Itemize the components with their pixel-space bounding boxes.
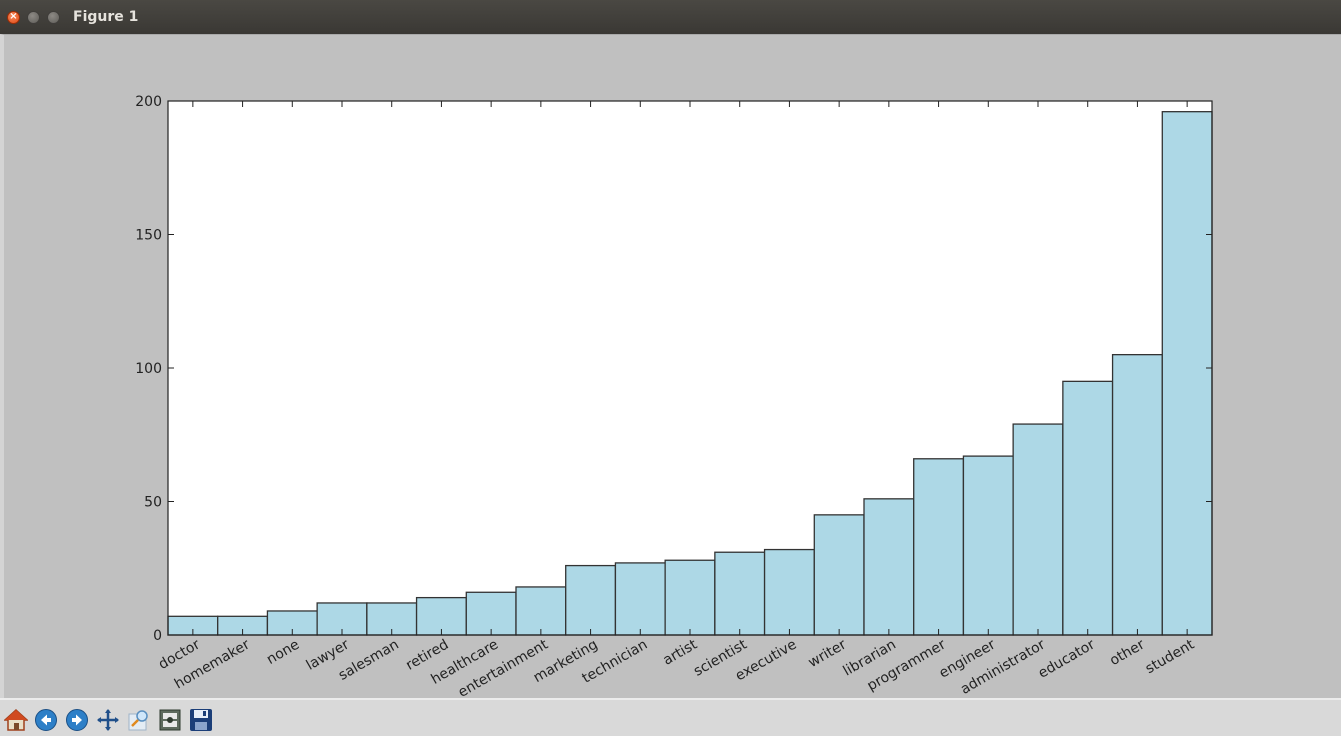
forward-icon <box>66 709 88 731</box>
y-tick-label: 200 <box>135 94 162 110</box>
save-button[interactable] <box>189 708 213 732</box>
bar-educator <box>1062 380 1114 636</box>
x-tick-label: administrator <box>958 636 1048 697</box>
minimize-window-button[interactable] <box>27 11 40 24</box>
bar-student <box>1161 111 1213 636</box>
zoom-button[interactable] <box>127 708 151 732</box>
bar-technician <box>614 562 666 636</box>
save-icon <box>190 709 212 731</box>
back-icon <box>35 709 57 731</box>
bar-writer <box>813 514 865 636</box>
y-tick-label: 0 <box>153 628 162 644</box>
bar-engineer <box>962 455 1014 636</box>
back-button[interactable] <box>34 708 58 732</box>
figure-canvas: 0 50 100 150 200 doctor homemaker none lawyer sal… <box>0 34 1341 698</box>
configure-subplots-icon <box>159 709 181 731</box>
pan-button[interactable] <box>96 708 120 732</box>
bar-healthcare <box>465 591 517 636</box>
bar-other <box>1111 353 1163 636</box>
home-button[interactable] <box>3 708 29 732</box>
bar-programmer <box>913 458 965 636</box>
navigation-toolbar <box>0 698 1341 736</box>
bar-scientist <box>714 551 766 636</box>
bar-executive <box>763 548 815 636</box>
x-tick-label: other <box>1107 636 1148 669</box>
x-tick-label: none <box>264 637 302 668</box>
x-tick-label: educator <box>1036 636 1098 681</box>
pan-icon <box>97 709 119 731</box>
bar-librarian <box>863 498 915 636</box>
home-icon <box>3 708 29 731</box>
bar-entertainment <box>515 586 567 636</box>
zoom-icon <box>128 710 148 731</box>
bar-marketing <box>565 564 617 636</box>
y-tick-label: 100 <box>135 361 162 377</box>
x-tick-label: student <box>1143 636 1198 677</box>
window-title: Figure 1 <box>73 9 139 25</box>
window-titlebar: × Figure 1 <box>0 0 1341 34</box>
y-tick-label: 150 <box>135 228 162 244</box>
y-tick-label: 50 <box>144 495 162 511</box>
bar-artist <box>664 559 716 636</box>
forward-button[interactable] <box>65 708 89 732</box>
close-icon: × <box>9 11 18 22</box>
close-window-button[interactable]: × <box>7 11 20 24</box>
bar-chart: 050100150200doctorhomemaker none lawyersal… <box>135 94 1213 698</box>
maximize-window-button[interactable] <box>47 11 60 24</box>
configure-subplots-button[interactable] <box>158 708 182 732</box>
bar-administrator <box>1012 423 1064 636</box>
